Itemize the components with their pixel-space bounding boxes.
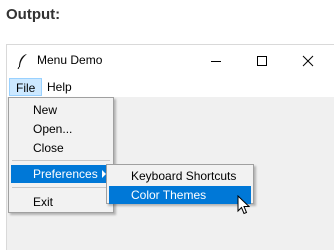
maximize-icon <box>257 56 267 66</box>
mouse-cursor-icon <box>237 195 251 215</box>
menu-item-preferences[interactable]: Preferences <box>11 165 111 183</box>
file-menu-dropdown: New Open... Close Preferences Exit <box>8 97 114 213</box>
menu-help[interactable]: Help <box>41 78 78 96</box>
menu-file[interactable]: File <box>9 78 43 96</box>
menu-item-color-themes[interactable]: Color Themes <box>109 186 251 204</box>
feather-icon <box>17 53 29 70</box>
menu-item-keyboard-shortcuts[interactable]: Keyboard Shortcuts <box>109 167 251 185</box>
menu-separator <box>12 160 110 161</box>
output-caption: Output: <box>6 6 61 23</box>
menu-item-new[interactable]: New <box>11 101 111 119</box>
menu-bar: File Help <box>7 77 334 97</box>
minimize-button[interactable] <box>193 45 239 77</box>
maximize-button[interactable] <box>239 45 285 77</box>
close-icon <box>302 55 314 67</box>
menu-separator <box>12 187 110 188</box>
menu-item-preferences-label: Preferences <box>33 167 98 181</box>
minimize-icon <box>211 61 221 62</box>
close-button[interactable] <box>285 45 331 77</box>
window-title: Menu Demo <box>37 53 103 67</box>
menu-item-close[interactable]: Close <box>11 139 111 157</box>
title-bar[interactable]: Menu Demo <box>7 45 334 77</box>
menu-item-exit[interactable]: Exit <box>11 193 111 211</box>
app-window: Menu Demo File Help New Open... Close Pr… <box>6 44 334 250</box>
menu-item-open[interactable]: Open... <box>11 120 111 138</box>
preferences-submenu: Keyboard Shortcuts Color Themes <box>106 164 254 204</box>
